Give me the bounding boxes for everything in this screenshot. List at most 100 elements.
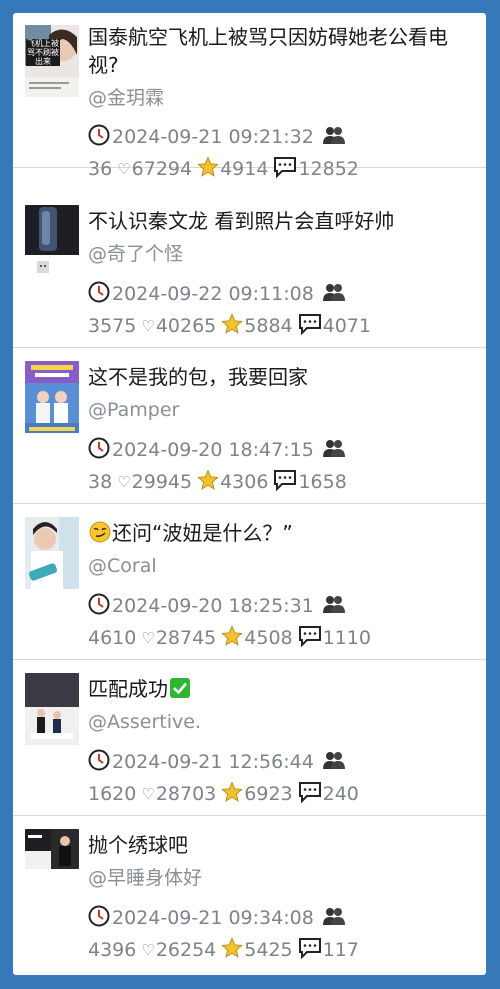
comment-count: 240 [322, 783, 359, 805]
check-mark-icon [169, 677, 191, 706]
post-title[interactable]: 这不是我的包，我要回家 [88, 363, 473, 391]
heart-icon[interactable]: ♡ [141, 941, 154, 959]
people-icon [322, 906, 346, 931]
post-card[interactable]: 不认识秦文龙 看到照片会直呼好帅 @奇了个怪 2024-09-22 09:11:… [13, 193, 486, 348]
clock-icon [88, 281, 110, 308]
favorite-count: 4508 [244, 627, 293, 649]
like-count: 29945 [131, 471, 193, 493]
like-count: 40265 [155, 315, 217, 337]
post-stats: 3575 ♡ 40265 5884 4071 [88, 312, 371, 340]
post-title-text: 匹配成功 [88, 677, 168, 701]
post-author[interactable]: @奇了个怪 [88, 242, 183, 266]
post-timestamp: 2024-09-20 18:47:15 [112, 439, 314, 461]
clock-icon [88, 905, 110, 932]
post-author[interactable]: @Pamper [88, 398, 179, 422]
post-meta: 2024-09-21 09:21:32 [88, 124, 346, 150]
post-stats: 38 ♡ 29945 4306 1658 [88, 468, 347, 496]
favorite-count: 5884 [244, 315, 293, 337]
star-icon[interactable] [221, 624, 243, 652]
star-icon[interactable] [197, 468, 219, 496]
favorite-count: 4914 [220, 158, 269, 180]
post-title[interactable]: 还问“波妞是什么？” [88, 519, 473, 550]
post-meta: 2024-09-20 18:47:15 [88, 437, 346, 463]
people-icon [322, 750, 346, 775]
clock-icon [88, 593, 110, 620]
people-icon [322, 125, 346, 150]
people-icon [322, 594, 346, 619]
view-count: 3575 [88, 315, 137, 337]
comment-count: 12852 [298, 158, 359, 180]
comment-icon[interactable] [273, 469, 297, 496]
post-stats: 36 ♡ 67294 4914 12852 [88, 155, 359, 183]
post-meta: 2024-09-21 12:56:44 [88, 749, 346, 775]
post-author[interactable]: @Assertive. [88, 710, 201, 734]
post-card[interactable]: 匹配成功 @Assertive. 2024-09-21 12:56:44 162… [13, 661, 486, 816]
post-timestamp: 2024-09-22 09:11:08 [112, 283, 314, 305]
heart-icon[interactable]: ♡ [141, 785, 154, 803]
view-count: 4396 [88, 939, 137, 961]
post-thumbnail[interactable] [25, 361, 79, 433]
people-icon [322, 282, 346, 307]
star-icon[interactable] [221, 312, 243, 340]
post-list: 飞机上被骂不刷被出来 国泰航空飞机上被骂只因妨碍她老公看电视? @金玥霖 202… [13, 13, 486, 975]
post-timestamp: 2024-09-20 18:25:31 [112, 595, 314, 617]
comment-icon[interactable] [298, 937, 322, 964]
post-title[interactable]: 匹配成功 [88, 675, 473, 706]
thumbnail-caption: 飞机上被骂不刷被出来 [26, 39, 60, 66]
clock-icon [88, 437, 110, 464]
comment-icon[interactable] [298, 781, 322, 808]
comment-icon[interactable] [298, 625, 322, 652]
post-title[interactable]: 抛个绣球吧 [88, 831, 473, 859]
star-icon[interactable] [221, 936, 243, 964]
favorite-count: 5425 [244, 939, 293, 961]
comment-count: 117 [322, 939, 359, 961]
star-icon[interactable] [197, 155, 219, 183]
post-title[interactable]: 不认识秦文龙 看到照片会直呼好帅 [88, 207, 473, 235]
post-thumbnail[interactable] [25, 673, 79, 745]
post-stats: 4610 ♡ 28745 4508 1110 [88, 624, 371, 652]
post-meta: 2024-09-20 18:25:31 [88, 593, 346, 619]
post-card[interactable]: 还问“波妞是什么？” @Coral 2024-09-20 18:25:31 46… [13, 505, 486, 660]
post-meta: 2024-09-22 09:11:08 [88, 281, 346, 307]
star-icon[interactable] [221, 780, 243, 808]
post-thumbnail[interactable] [25, 517, 79, 589]
clock-icon [88, 749, 110, 776]
post-card[interactable]: 抛个绣球吧 @早睡身体好 2024-09-21 09:34:08 4396 ♡ … [13, 817, 486, 972]
comment-icon[interactable] [273, 156, 297, 183]
view-count: 36 [88, 158, 113, 180]
post-author[interactable]: @金玥霖 [88, 86, 164, 110]
post-thumbnail[interactable] [25, 205, 79, 277]
comment-count: 1110 [322, 627, 371, 649]
heart-icon[interactable]: ♡ [117, 473, 130, 491]
post-thumbnail[interactable] [25, 829, 79, 869]
post-card[interactable]: 这不是我的包，我要回家 @Pamper 2024-09-20 18:47:15 … [13, 349, 486, 504]
like-count: 26254 [155, 939, 217, 961]
people-icon [322, 438, 346, 463]
post-author[interactable]: @早睡身体好 [88, 866, 202, 890]
comment-count: 1658 [298, 471, 347, 493]
view-count: 38 [88, 471, 113, 493]
favorite-count: 6923 [244, 783, 293, 805]
clock-icon [88, 124, 110, 151]
post-author[interactable]: @Coral [88, 554, 157, 578]
post-title[interactable]: 国泰航空飞机上被骂只因妨碍她老公看电视? [88, 23, 473, 79]
comment-icon[interactable] [298, 313, 322, 340]
like-count: 67294 [131, 158, 193, 180]
like-count: 28703 [155, 783, 217, 805]
like-count: 28745 [155, 627, 217, 649]
heart-icon[interactable]: ♡ [141, 317, 154, 335]
post-timestamp: 2024-09-21 09:21:32 [112, 126, 314, 148]
post-timestamp: 2024-09-21 09:34:08 [112, 907, 314, 929]
post-title-text: 还问“波妞是什么？” [112, 521, 293, 545]
favorite-count: 4306 [220, 471, 269, 493]
post-stats: 1620 ♡ 28703 6923 240 [88, 780, 359, 808]
post-card[interactable]: 飞机上被骂不刷被出来 国泰航空飞机上被骂只因妨碍她老公看电视? @金玥霖 202… [13, 13, 486, 180]
heart-icon[interactable]: ♡ [141, 629, 154, 647]
heart-icon[interactable]: ♡ [117, 160, 130, 178]
post-timestamp: 2024-09-21 12:56:44 [112, 751, 314, 773]
post-meta: 2024-09-21 09:34:08 [88, 905, 346, 931]
post-thumbnail[interactable]: 飞机上被骂不刷被出来 [25, 25, 79, 97]
post-stats: 4396 ♡ 26254 5425 117 [88, 936, 359, 964]
comment-count: 4071 [322, 315, 371, 337]
view-count: 4610 [88, 627, 137, 649]
